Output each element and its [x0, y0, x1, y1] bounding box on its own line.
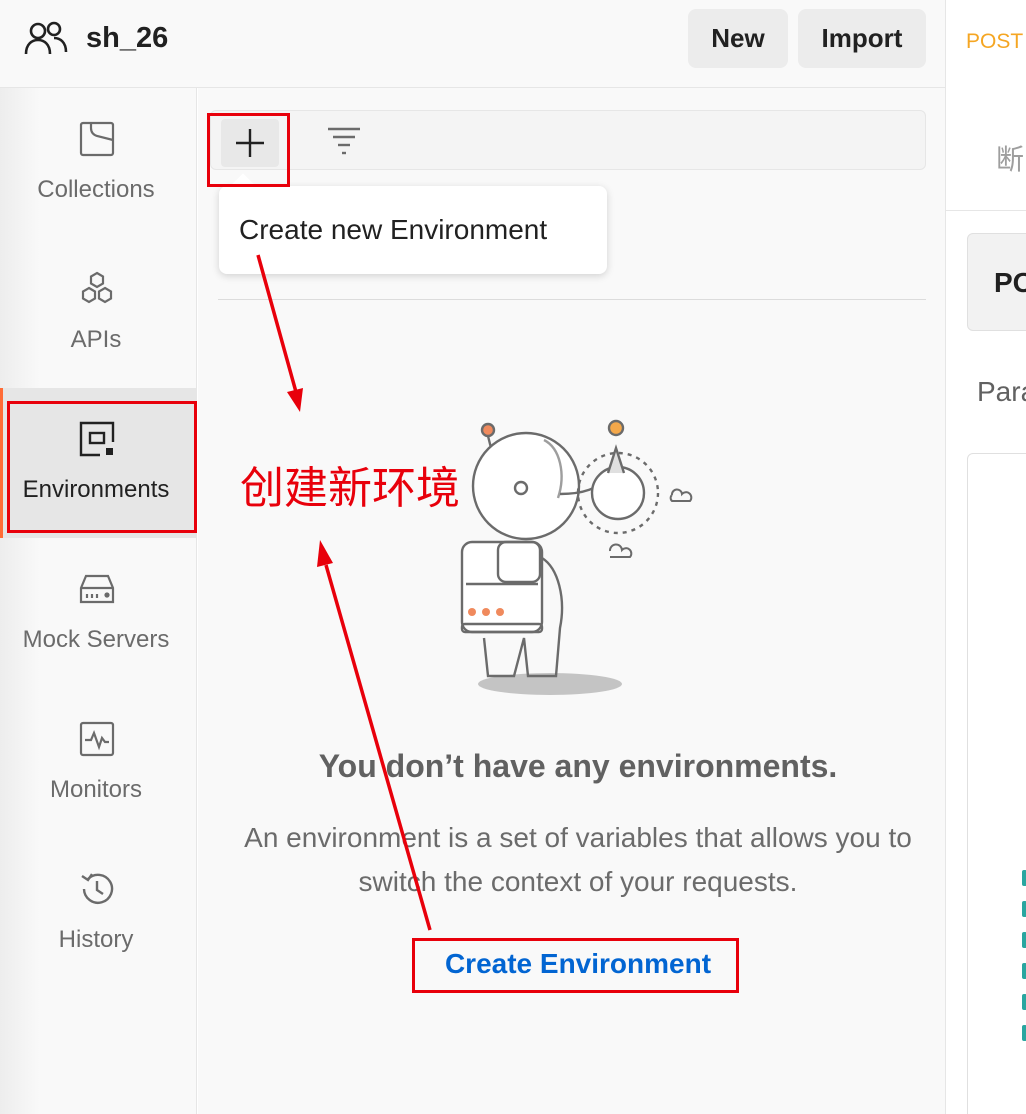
sidebar-item-mock-servers[interactable]: Mock Servers — [0, 538, 197, 688]
workspace-header: sh_26 New Import — [0, 0, 945, 88]
sidebar-item-label: Mock Servers — [22, 626, 170, 653]
empty-state-title: You don’t have any environments. — [318, 748, 838, 784]
annotation-box-environments — [7, 401, 197, 533]
request-tab-method[interactable]: POST — [966, 30, 1023, 54]
request-editor: POST 断 PO Para — [945, 0, 1026, 1114]
astronaut-illustration — [460, 419, 693, 695]
sidebar-item-label: APIs — [70, 326, 122, 353]
history-icon — [81, 873, 114, 904]
sidebar-item-label: Collections — [37, 176, 155, 203]
request-title[interactable]: 断 — [996, 138, 1024, 178]
params-tab[interactable]: Para — [977, 376, 1026, 408]
divider — [946, 210, 1026, 211]
create-environment-tooltip: Create new Environment — [219, 186, 607, 274]
sidebar: Collections APIs Environments Mock Serve… — [0, 88, 197, 1114]
annotation-box-plus — [207, 113, 290, 187]
method-label: PO — [994, 267, 1026, 298]
sidebar-item-monitors[interactable]: Monitors — [0, 688, 197, 838]
new-button[interactable]: New — [688, 9, 788, 68]
apis-icon — [81, 271, 113, 304]
sidebar-item-label: Monitors — [49, 776, 143, 803]
sidebar-item-collections[interactable]: Collections — [0, 88, 197, 238]
mock-servers-icon — [79, 574, 115, 604]
request-body-editor[interactable] — [967, 453, 1026, 1114]
filter-icon[interactable] — [324, 121, 364, 161]
import-button[interactable]: Import — [798, 9, 926, 68]
sidebar-item-label: History — [58, 926, 134, 953]
environments-toolbar — [210, 110, 926, 170]
team-icon — [24, 21, 68, 55]
line-markers — [1022, 870, 1026, 1056]
sidebar-item-apis[interactable]: APIs — [0, 238, 197, 388]
divider — [218, 299, 926, 300]
method-select[interactable]: PO — [967, 233, 1026, 331]
collections-icon — [79, 121, 115, 157]
annotation-box-create-link — [412, 938, 739, 993]
monitors-icon — [79, 721, 115, 757]
workspace-name[interactable]: sh_26 — [86, 22, 168, 55]
annotation-label: 创建新环境 — [240, 464, 460, 513]
sidebar-item-history[interactable]: History — [0, 838, 197, 988]
empty-state-description: An environment is a set of variables tha… — [244, 822, 912, 897]
